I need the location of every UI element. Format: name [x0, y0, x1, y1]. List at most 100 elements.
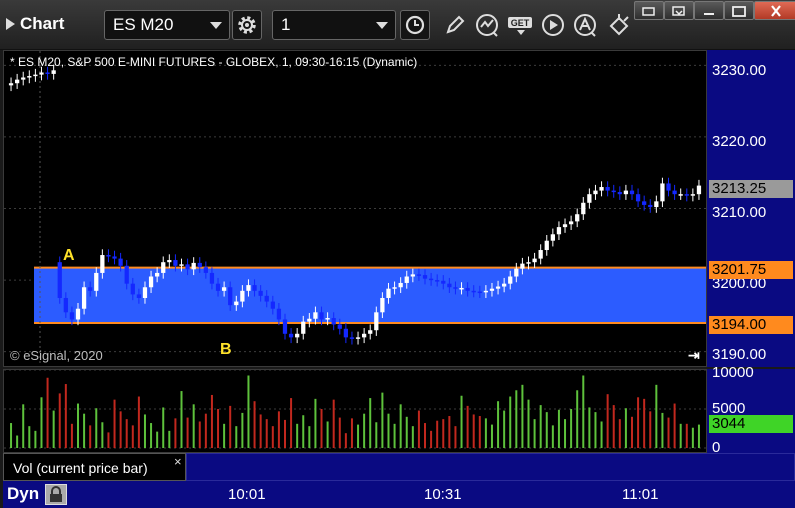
candle-body — [234, 301, 239, 306]
candle-body — [8, 83, 14, 86]
time-axis-label: 10:01 — [228, 486, 266, 503]
gear-icon — [238, 16, 256, 34]
link-button[interactable] — [604, 10, 634, 40]
candle-body — [623, 190, 629, 195]
chevron-down-icon — [376, 22, 388, 29]
studies-button[interactable] — [472, 10, 502, 40]
candle-body — [155, 272, 160, 277]
candle-body — [508, 276, 513, 284]
candle-body — [148, 276, 154, 288]
candle-body — [435, 280, 440, 282]
candle-body — [33, 74, 38, 77]
minimize-button[interactable] — [694, 1, 724, 20]
symbol-select[interactable]: ES M20 — [104, 10, 230, 40]
candle-body — [270, 301, 275, 309]
candle-body — [672, 190, 677, 195]
restore-icon — [642, 6, 655, 16]
candle-body — [617, 192, 622, 195]
candle-body — [605, 187, 610, 191]
candle-body — [483, 290, 489, 293]
candle-body — [39, 72, 44, 75]
candle-body — [422, 275, 428, 279]
candle-body — [441, 280, 446, 284]
candle-body — [112, 256, 117, 259]
scroll-to-end-icon[interactable]: ⇥ — [688, 347, 700, 364]
candle-body — [75, 308, 81, 320]
study-icon — [476, 14, 498, 37]
get-data-button[interactable]: GET — [506, 10, 536, 40]
study-label-bar[interactable]: Vol (current price bar) × — [3, 453, 186, 481]
volume-chart — [4, 370, 706, 449]
candle-body — [550, 234, 555, 241]
volume-pane[interactable] — [3, 369, 707, 453]
support-resistance-band — [34, 267, 706, 324]
restore-button[interactable] — [634, 1, 664, 20]
candle-body — [173, 260, 178, 266]
candle-body — [63, 297, 68, 313]
link-icon — [609, 14, 629, 36]
settings-button[interactable] — [232, 10, 262, 40]
resistance-price-tag: 3201.75 — [709, 261, 793, 279]
candle-body — [136, 294, 142, 298]
drawing-tools-button[interactable] — [440, 10, 470, 40]
time-template-button[interactable] — [400, 10, 430, 40]
study-close-icon[interactable]: × — [174, 454, 182, 469]
candle-body — [161, 262, 166, 273]
candle-body — [106, 255, 111, 257]
candle-body — [21, 77, 26, 80]
close-button[interactable] — [754, 1, 795, 20]
candle-body — [392, 287, 397, 289]
candle-body — [118, 258, 123, 266]
candle-body — [532, 258, 537, 263]
candle-body — [581, 202, 586, 215]
candle-body — [544, 240, 549, 251]
candle-body — [258, 290, 263, 296]
candle-body — [465, 287, 470, 291]
candle-body — [124, 265, 129, 284]
close-icon — [771, 4, 781, 17]
candle-body — [453, 287, 458, 289]
candle-body — [654, 201, 659, 208]
candle-body — [459, 287, 464, 290]
replay-button[interactable] — [538, 10, 568, 40]
play-icon — [542, 14, 564, 36]
lock-button[interactable] — [45, 484, 67, 505]
candle-body — [94, 272, 99, 291]
candle-body — [355, 337, 361, 339]
time-axis-label: 11:01 — [622, 486, 659, 503]
window-menu-icon — [6, 18, 15, 30]
copyright-text: © eSignal, 2020 — [10, 348, 103, 363]
price-axis[interactable]: 3230.00 3220.00 3210.00 3200.00 3190.00 … — [707, 50, 795, 367]
maximize-icon — [732, 5, 746, 17]
candle-body — [428, 278, 434, 281]
candle-body — [398, 282, 403, 288]
candle-body — [191, 262, 196, 270]
candle-body — [575, 214, 580, 222]
last-volume-tag: 3044 — [709, 415, 793, 433]
price-pane[interactable]: A B * ES M20, S&P 500 E-MINI FUTURES - G… — [3, 50, 707, 367]
symbol-value: ES M20 — [113, 15, 174, 34]
dynamic-scaling-box[interactable]: Dyn — [3, 481, 68, 508]
candle-body — [197, 262, 202, 268]
maximize-button[interactable] — [724, 1, 754, 20]
candle-body — [100, 255, 105, 273]
candle-body — [690, 194, 695, 196]
study-strip — [186, 453, 795, 481]
candle-body — [240, 290, 245, 302]
time-axis[interactable]: 10:01 10:31 11:01 — [68, 481, 707, 508]
window-title-text: Chart — [20, 14, 65, 33]
candle-body — [325, 318, 330, 320]
chevron-down-icon — [210, 22, 222, 29]
candle-body — [221, 287, 227, 291]
candle-body — [295, 333, 300, 338]
candle-body — [276, 308, 282, 320]
candle-body — [185, 264, 190, 270]
minimize-to-tray-icon — [672, 5, 685, 16]
interval-select[interactable]: 1 — [272, 10, 396, 40]
alerts-button[interactable] — [570, 10, 600, 40]
candle-body — [556, 227, 562, 235]
window-title[interactable]: Chart — [6, 10, 64, 38]
minimize-to-tray-button[interactable] — [664, 1, 694, 20]
volume-axis[interactable]: 10000 5000 0 3044 — [707, 364, 795, 456]
candle-body — [307, 318, 312, 322]
